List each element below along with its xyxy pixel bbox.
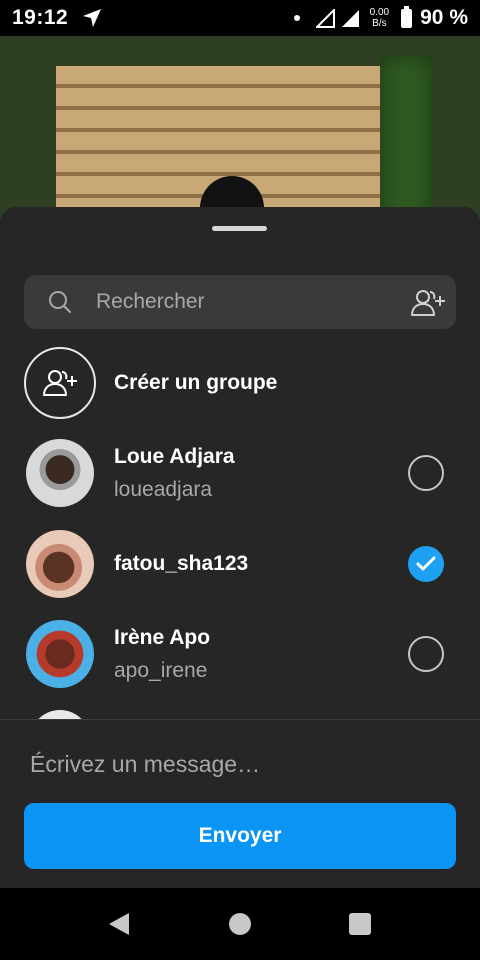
home-icon[interactable] (229, 913, 251, 935)
drag-handle[interactable] (212, 226, 267, 231)
battery-percent: 90 % (420, 6, 468, 29)
contact-name: Irène Apo (114, 626, 211, 649)
create-group-icon (43, 370, 77, 396)
recents-icon[interactable] (349, 913, 371, 935)
status-time: 19:12 (12, 6, 69, 29)
status-right: 0.00 B/s 90 % (293, 5, 468, 30)
checkmark-icon (416, 556, 436, 571)
contact-username: loueadjara (114, 478, 213, 501)
avatar (26, 439, 94, 507)
status-bar: 19:12 0.00 B/s 90 % (0, 0, 480, 36)
battery-icon (401, 5, 413, 28)
add-people-icon[interactable] (410, 288, 446, 318)
send-button[interactable]: Envoyer (24, 803, 456, 869)
background-photo (0, 36, 480, 226)
network-speed-value: 0.00 (369, 7, 390, 18)
network-speed-unit: B/s (372, 18, 387, 29)
select-radio[interactable] (408, 455, 444, 491)
search-icon (49, 291, 71, 313)
message-input[interactable] (30, 747, 450, 781)
notification-dot (293, 15, 300, 21)
contact-row[interactable]: Loue Adjara loueadjara (0, 439, 480, 529)
signal-icon (341, 9, 359, 27)
contact-row[interactable]: Irène Apo apo_irene (0, 620, 480, 710)
contact-username: apo_irene (114, 659, 208, 682)
contact-row[interactable]: fatou_sha123 (0, 530, 480, 620)
share-sheet: Créer un groupe Loue Adjara loueadjara f… (0, 207, 480, 888)
avatar (26, 530, 94, 598)
create-group-label: Créer un groupe (114, 371, 278, 394)
navigation-arrow-icon (83, 9, 102, 27)
avatar (26, 620, 94, 688)
create-group-button[interactable] (24, 347, 96, 419)
search-bar[interactable] (24, 275, 456, 329)
search-input[interactable] (96, 275, 396, 329)
back-icon[interactable] (108, 912, 130, 936)
create-group-row[interactable]: Créer un groupe (0, 347, 480, 437)
contact-name: fatou_sha123 (114, 552, 249, 575)
system-nav-bar (0, 888, 480, 960)
divider (0, 719, 480, 720)
select-radio[interactable] (408, 636, 444, 672)
contact-name: Loue Adjara (114, 445, 235, 468)
background-foliage (380, 56, 432, 226)
select-radio-checked[interactable] (408, 546, 444, 582)
network-speed: 0.00 B/s (370, 7, 389, 29)
signal-icon (315, 8, 335, 28)
